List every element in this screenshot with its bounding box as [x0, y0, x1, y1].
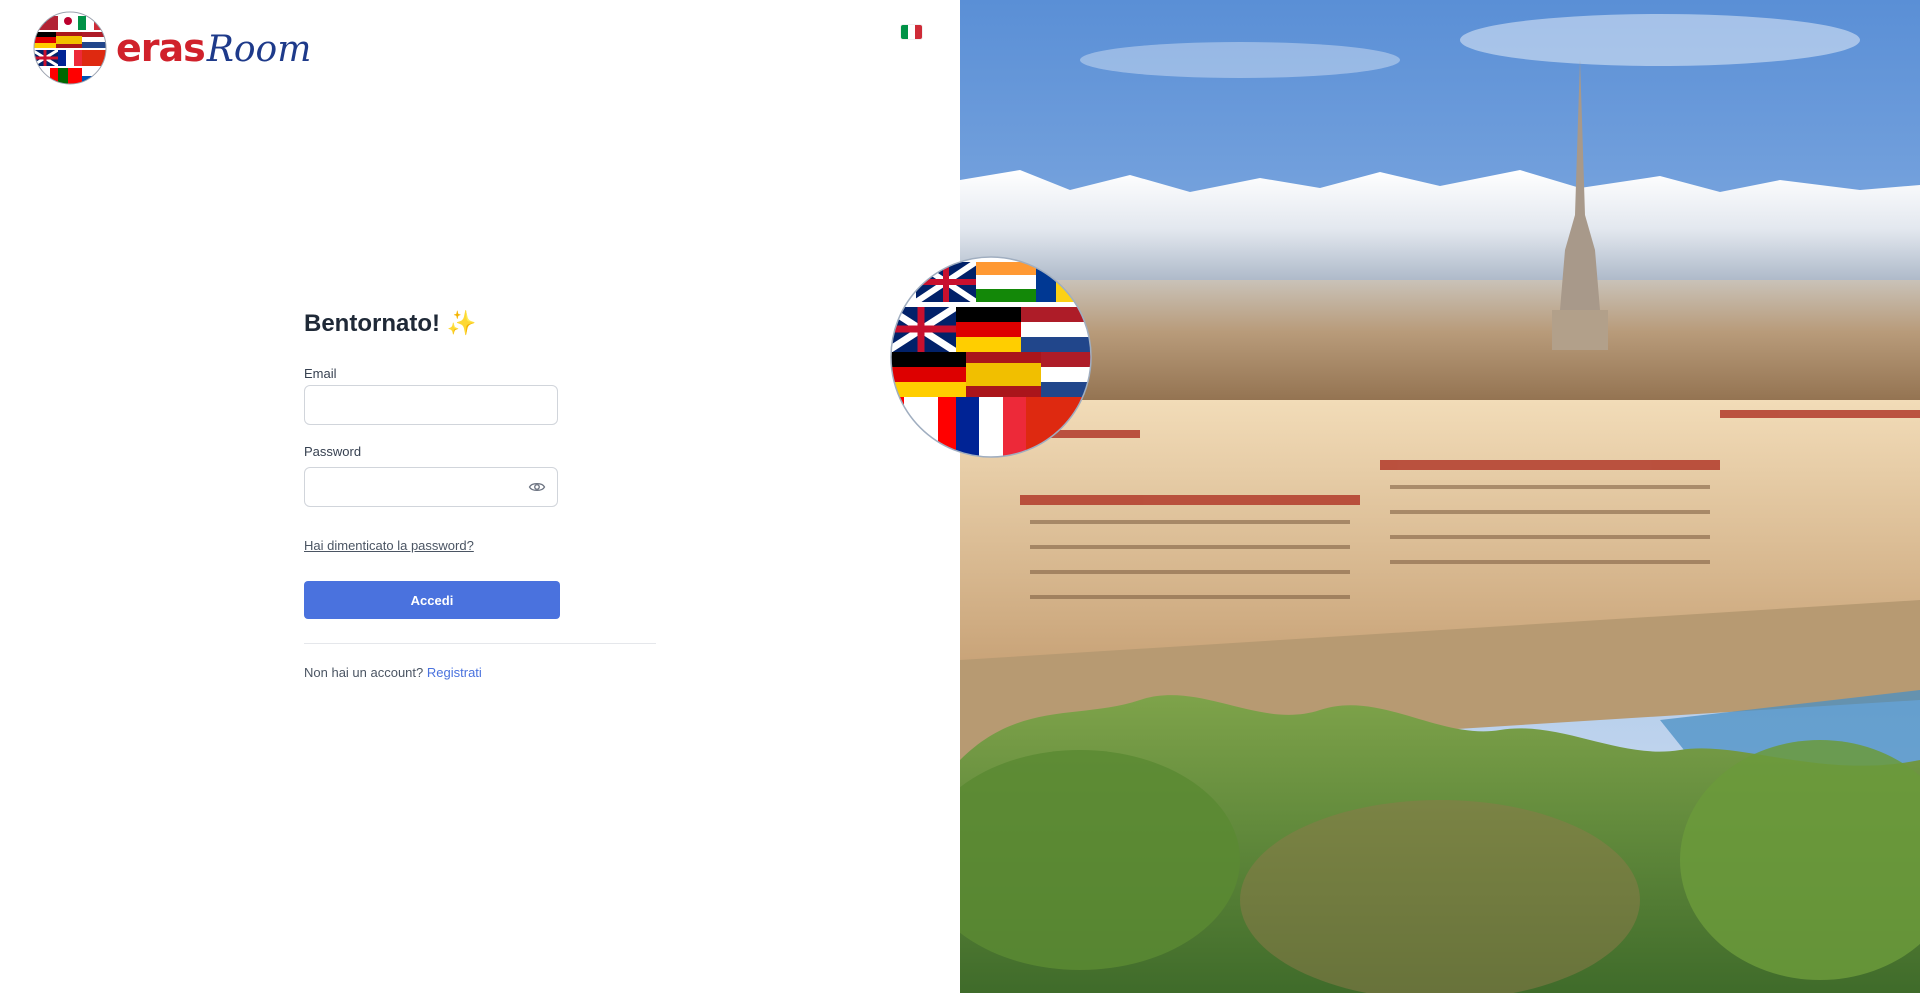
signup-prompt-text: Non hai un account? — [304, 665, 424, 680]
flags-globe-icon — [33, 11, 107, 85]
signup-link[interactable]: Registrati — [427, 665, 482, 680]
italy-flag-red — [915, 25, 922, 39]
page-title: Bentornato! ✨ — [304, 310, 477, 337]
brand-logo[interactable]: eras Room — [32, 10, 311, 86]
forgot-password-link[interactable]: Hai dimenticato la password? — [304, 538, 474, 553]
login-form: Bentornato! ✨ Email Password Hai dimenti… — [304, 306, 656, 680]
brand-wordmark: eras Room — [116, 26, 311, 70]
divider — [304, 643, 656, 644]
login-panel: eras Room Bentornato! ✨ Email Password H… — [0, 0, 960, 993]
italy-flag-icon — [901, 25, 908, 39]
email-label: Email — [304, 366, 337, 381]
password-field[interactable] — [304, 467, 558, 507]
login-button[interactable]: Accedi — [304, 581, 560, 619]
flags-globe-icon — [890, 256, 1092, 458]
italy-flag-white — [908, 25, 915, 39]
eye-icon[interactable] — [528, 478, 546, 496]
brand-name-eras: eras — [116, 26, 206, 70]
language-selector[interactable] — [901, 25, 922, 39]
turin-cityscape-photo — [960, 0, 1920, 993]
email-field[interactable] — [304, 385, 558, 425]
signup-prompt: Non hai un account? Registrati — [304, 665, 482, 680]
password-label: Password — [304, 444, 362, 459]
brand-name-room: Room — [206, 29, 312, 70]
